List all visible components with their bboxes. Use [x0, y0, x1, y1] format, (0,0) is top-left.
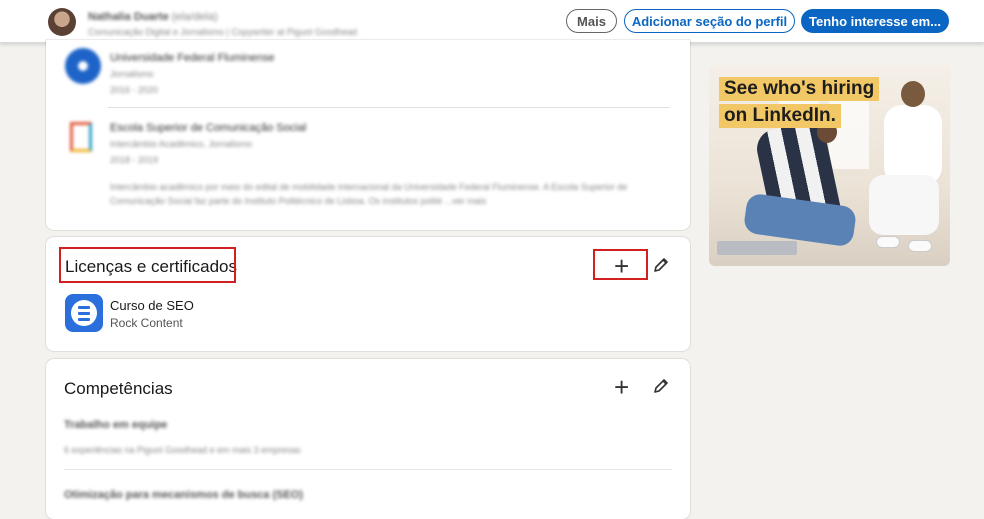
profile-pronouns: (ela/dela)	[171, 11, 218, 23]
ad-headline: See who's hiring	[719, 77, 880, 101]
profile-sticky-header: Nathalia Duarte (ela/dela) Comunicação D…	[0, 0, 984, 43]
education-description: Intercâmbio acadêmico por meio do edital…	[110, 180, 670, 208]
ad-headline: on LinkedIn.	[719, 104, 841, 128]
certificate-name[interactable]: Curso de SEO	[110, 298, 194, 313]
description-text: Intercâmbio acadêmico por meio do edital…	[110, 182, 628, 206]
highlight-box	[59, 247, 236, 283]
hiring-ad[interactable]: See who's hiring on LinkedIn.	[709, 65, 950, 266]
ad-person	[884, 105, 942, 185]
highlight-box	[593, 249, 648, 280]
laptop-image	[717, 241, 797, 255]
divider	[64, 469, 672, 470]
section-title: Competências	[64, 379, 173, 398]
certificate-logo[interactable]	[65, 294, 103, 332]
pencil-icon[interactable]	[652, 377, 670, 400]
interested-button[interactable]: Tenho interesse em...	[801, 9, 949, 33]
certificate-issuer: Rock Content	[110, 316, 183, 330]
education-logo	[70, 122, 92, 152]
divider	[108, 107, 670, 108]
degree: Intercâmbio Acadêmico, Jornalismo	[110, 139, 253, 149]
profile-name-text: Nathalia Duarte	[88, 11, 169, 23]
school-name: Universidade Federal Fluminense	[110, 52, 275, 64]
licenses-card: Licenças e certificados + Curso de SEO R…	[46, 237, 690, 351]
skill-endorsement: 6 experiências na Piguot Goodhead e em m…	[64, 445, 301, 455]
more-button[interactable]: Mais	[566, 9, 617, 33]
see-more-link[interactable]: ...ver mais	[445, 196, 487, 206]
degree: Jornalismo	[110, 69, 154, 79]
skills-card: Competências + Trabalho em equipe 6 expe…	[46, 359, 690, 519]
pencil-icon[interactable]	[652, 256, 670, 279]
add-profile-section-button[interactable]: Adicionar seção do perfil	[624, 9, 795, 33]
profile-name: Nathalia Duarte (ela/dela)	[88, 11, 218, 23]
profile-headline: Comunicação Digital e Jornalismo | Copyw…	[88, 27, 357, 37]
plus-icon[interactable]: +	[614, 374, 629, 400]
school-name: Escola Superior de Comunicação Social	[110, 122, 307, 134]
education-logo	[65, 48, 101, 84]
dates: 2018 - 2019	[110, 155, 159, 165]
avatar[interactable]	[48, 8, 76, 36]
skill-name[interactable]: Trabalho em equipe	[64, 419, 167, 431]
skill-name[interactable]: Otimização para mecanismos de busca (SEO…	[64, 489, 303, 501]
dates: 2016 - 2020	[110, 85, 159, 95]
education-card: Universidade Federal Fluminense Jornalis…	[46, 40, 690, 230]
